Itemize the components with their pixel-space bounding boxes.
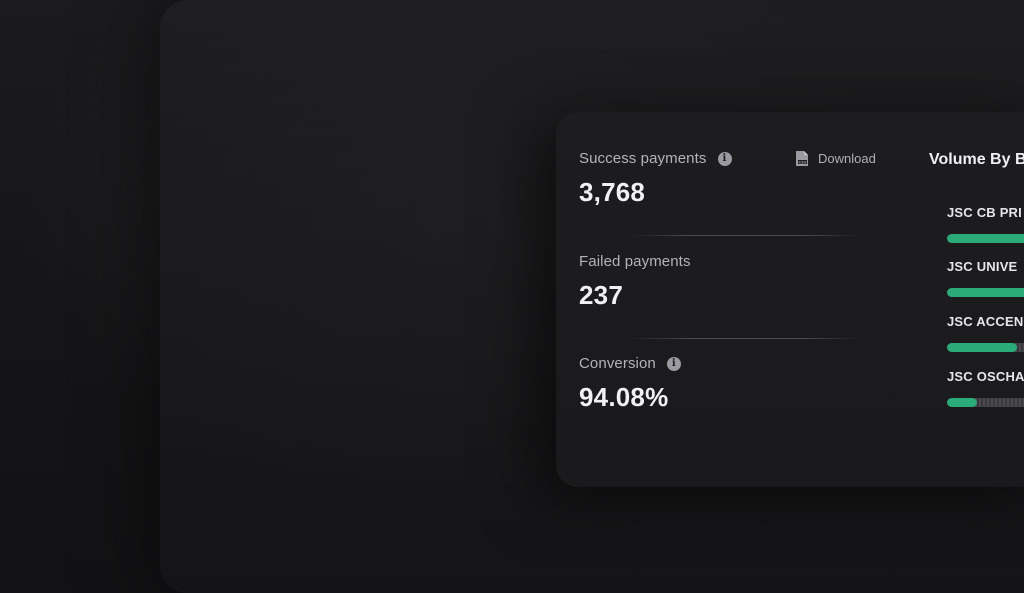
bank-volume-bar-fill [947,288,1024,297]
bank-volume-bar-fill [947,343,1017,352]
bank-name: JSC OSCHA [947,369,1024,384]
conversion-label: Conversion [579,355,656,372]
failed-payments-value: 237 [579,280,623,310]
success-payments-stat: Success payments i 3,768 [579,150,732,208]
bank-volume-bar-fill [947,398,977,407]
info-icon[interactable]: i [666,356,681,371]
bank-row: JSC ACCEN [947,314,1024,352]
failed-payments-stat: Failed payments 237 [579,253,691,311]
info-icon[interactable]: i [717,151,732,166]
screen: Success payments i 3,768 CSV Download Fa… [0,0,1024,593]
conversion-value: 94.08% [579,382,669,412]
download-label: Download [818,151,876,166]
divider [630,235,862,236]
failed-payments-label-row: Failed payments [579,253,691,270]
download-button[interactable]: CSV Download [795,150,876,167]
bank-row: JSC UNIVE [947,259,1024,297]
failed-payments-label: Failed payments [579,253,691,270]
bank-name: JSC UNIVE [947,259,1018,274]
bank-name: JSC ACCEN [947,314,1024,329]
svg-text:CSV: CSV [798,160,806,164]
bank-volume-bar [947,343,1024,352]
csv-file-icon: CSV [796,151,808,166]
success-payments-value: 3,768 [579,177,646,207]
success-payments-label: Success payments [579,150,707,167]
success-payments-label-row: Success payments i [579,150,732,167]
bank-volume-bar-fill [947,234,1024,243]
bank-row: JSC CB PRI [947,205,1024,243]
bank-row: JSC OSCHA [947,369,1024,407]
conversion-label-row: Conversion i [579,355,681,372]
bank-volume-bar [947,288,1024,297]
divider [630,338,862,339]
volume-by-bank-title: Volume By B [929,151,1024,168]
bank-volume-bar [947,234,1024,243]
conversion-stat: Conversion i 94.08% [579,355,681,413]
bank-name: JSC CB PRI [947,205,1022,220]
bank-volume-bar [947,398,1024,407]
